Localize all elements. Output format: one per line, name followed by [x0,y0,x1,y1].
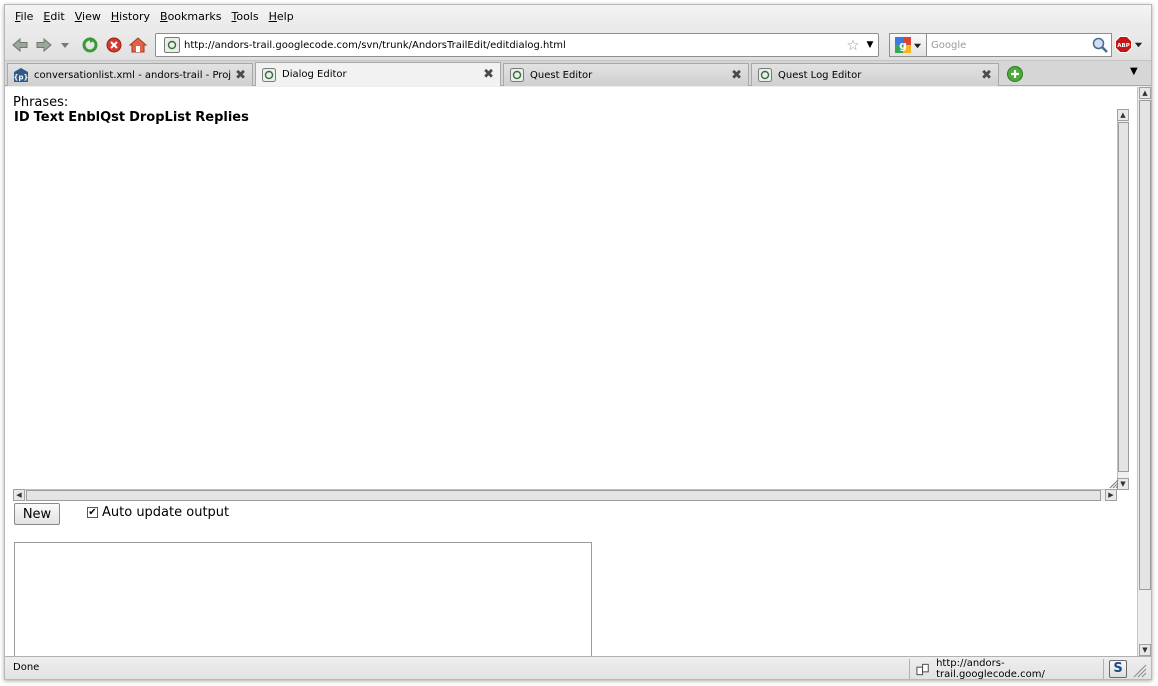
all-tabs-chevron-icon[interactable]: ▼ [1130,66,1138,77]
home-button[interactable] [127,34,149,56]
forward-button[interactable] [33,34,55,56]
tab-conversationlist[interactable]: {p} conversationlist.xml - andors-trail … [7,63,253,86]
menu-bookmarks[interactable]: Bookmarks [155,5,226,29]
reload-button[interactable] [79,34,101,56]
url-dropdown-icon[interactable]: ▼ [862,40,878,50]
search-bar[interactable] [926,33,1112,57]
page-content: Phrases: ID Text EnblQst DropList Replies ▲ … [5,87,1137,656]
s-addon-button[interactable]: S [1109,660,1127,678]
home-icon [129,36,147,52]
phrases-horizontal-scrollbar[interactable]: ◀ ▶ [13,489,1117,501]
close-tab-icon[interactable]: ✖ [483,67,494,82]
tab-quest-editor[interactable]: Quest Editor ✖ [503,63,749,86]
status-bar: Done http://andors-trail.googlecode.com/… [5,656,1151,680]
resize-grip-icon[interactable] [1109,479,1119,489]
phrase-table-header: ID Text EnblQst DropList Replies [14,110,253,125]
page-icon [758,68,772,82]
bookmark-star-icon[interactable]: ☆ [844,36,862,54]
scrollbar-thumb[interactable] [26,490,1101,501]
search-button[interactable] [1089,37,1111,53]
tab-label: Quest Log Editor [778,69,862,81]
menu-bar: File Edit View History Bookmarks Tools H… [5,5,1151,29]
window-resize-grip-icon[interactable] [1133,664,1147,678]
adblock-plus-icon: ABP [1115,36,1132,53]
tab-strip: {p} conversationlist.xml - andors-trail … [5,61,1151,86]
tab-label: conversationlist.xml - andors-trail - Pr… [34,69,232,81]
tab-label: Quest Editor [530,69,593,81]
chevron-down-icon [913,43,921,48]
scroll-down-arrow-icon[interactable]: ▼ [1139,644,1151,656]
scroll-left-arrow-icon[interactable]: ◀ [13,489,25,501]
status-text: Done [13,662,40,673]
forward-arrow-icon [36,37,52,52]
close-tab-icon[interactable]: ✖ [235,68,246,83]
auto-update-label: Auto update output [102,505,230,520]
scroll-right-arrow-icon[interactable]: ▶ [1105,489,1117,501]
browser-window: File Edit View History Bookmarks Tools H… [4,4,1152,680]
back-arrow-icon [12,37,28,52]
magnifier-icon [1092,37,1108,53]
column-header-text: Text [33,110,65,125]
auto-update-checkbox[interactable]: ✔ [87,507,98,518]
scrollbar-thumb[interactable] [1139,100,1151,590]
google-logo-icon: g [894,37,911,53]
connection-pages-icon [916,663,929,675]
page-vertical-scrollbar[interactable]: ▲ ▼ [1137,87,1151,656]
scrollbar-thumb[interactable] [1118,122,1129,472]
status-url: http://andors-trail.googlecode.com/ [936,658,1045,680]
close-tab-icon[interactable]: ✖ [731,68,742,83]
auto-update-toggle[interactable]: ✔ Auto update output [87,505,229,520]
chevron-down-icon [61,42,69,48]
new-phrase-button[interactable]: New [14,503,60,525]
page-icon [167,40,177,50]
back-button[interactable] [9,34,31,56]
close-tab-icon[interactable]: ✖ [981,68,992,83]
phrases-vertical-scrollbar[interactable]: ▲ ▼ [1117,109,1129,490]
site-identity-icon[interactable] [164,37,180,53]
menu-history[interactable]: History [106,5,155,29]
history-dropdown-button[interactable] [57,34,73,56]
googlecode-project-icon: {p} [14,68,28,82]
adblock-plus-button[interactable]: ABP [1115,36,1143,53]
url-bar[interactable]: http://andors-trail.googlecode.com/svn/t… [155,33,879,57]
tab-quest-log-editor[interactable]: Quest Log Editor ✖ [751,63,999,86]
column-header-enblqst: EnblQst [68,110,126,125]
scroll-up-arrow-icon[interactable]: ▲ [1139,87,1151,99]
phrases-label: Phrases: [13,95,69,110]
svg-text:{p}: {p} [14,74,28,82]
column-header-droplist: DropList [129,110,192,125]
page-icon [510,68,524,82]
output-textarea[interactable] [14,542,592,656]
svg-text:g: g [899,39,907,52]
stop-icon [106,37,122,52]
new-tab-plus-icon[interactable] [1007,66,1023,82]
column-header-replies: Replies [195,110,249,125]
menu-tools[interactable]: Tools [226,5,263,29]
menu-help[interactable]: Help [264,5,299,29]
navigation-toolbar: http://andors-trail.googlecode.com/svn/t… [5,29,1151,61]
adblock-plus-label: ABP [1117,43,1129,49]
menu-edit[interactable]: Edit [38,5,69,29]
search-input[interactable] [927,39,1089,51]
reload-icon [82,36,98,52]
menu-file[interactable]: File [10,5,38,29]
search-engine-button[interactable]: g [889,33,926,57]
scroll-up-arrow-icon[interactable]: ▲ [1117,109,1129,121]
tab-dialog-editor[interactable]: Dialog Editor ✖ [255,62,501,86]
url-text[interactable]: http://andors-trail.googlecode.com/svn/t… [184,40,844,51]
status-url-panel: http://andors-trail.googlecode.com/ [909,658,1104,680]
page-icon [262,67,276,82]
tab-label: Dialog Editor [282,69,347,80]
stop-button[interactable] [103,34,125,56]
chevron-down-icon [1134,42,1143,48]
column-header-id: ID [14,110,30,125]
menu-view[interactable]: View [70,5,106,29]
